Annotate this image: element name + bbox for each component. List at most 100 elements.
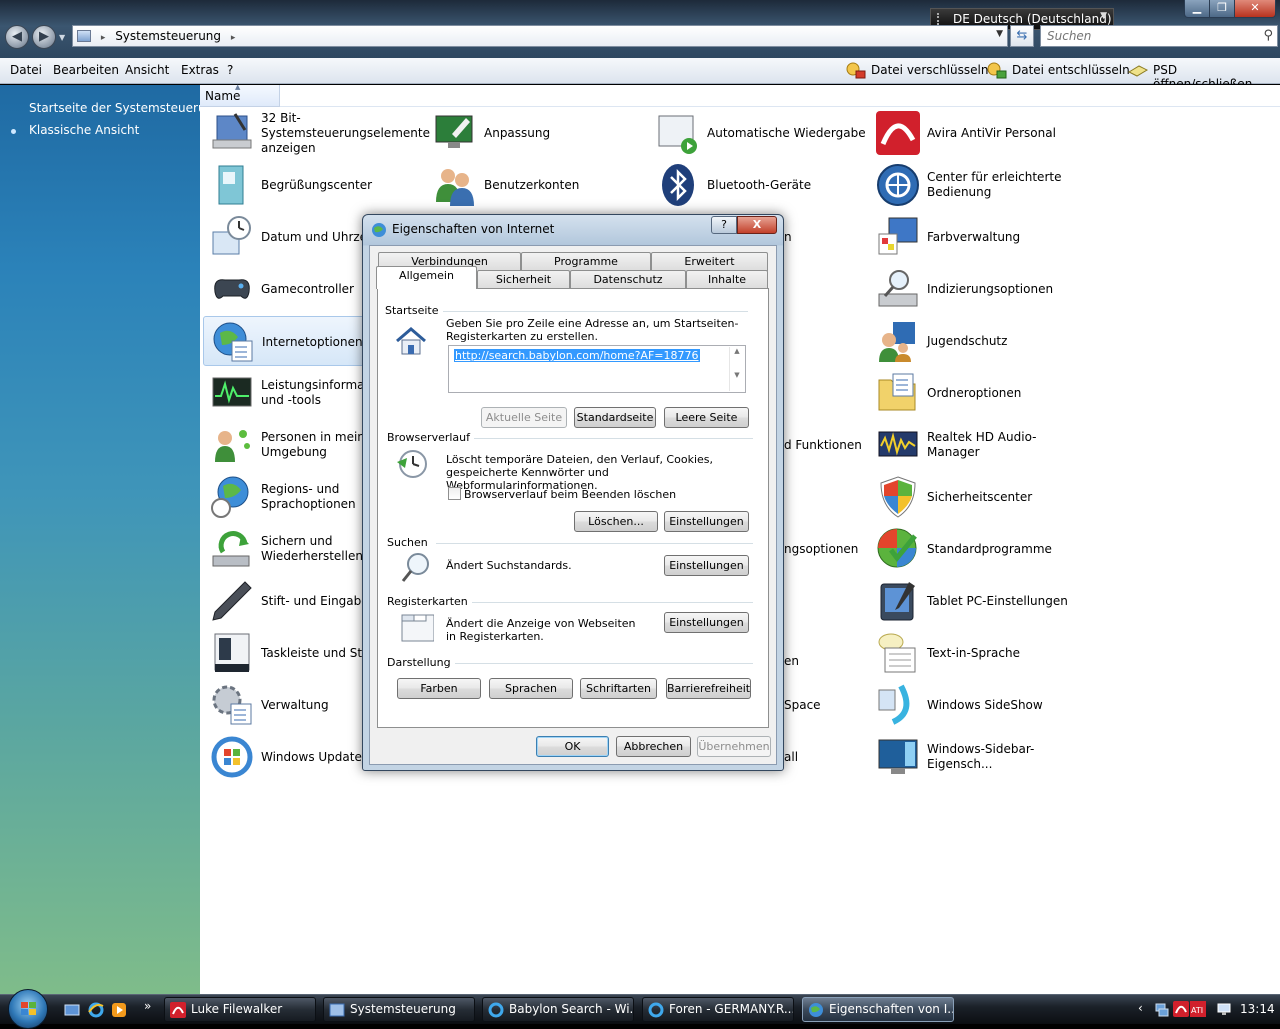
colors-button[interactable]: Farben [397,678,481,699]
task-systemsteuerung[interactable]: Systemsteuerung [323,997,475,1022]
task-babylon-search[interactable]: Babylon Search - Wi... [482,997,634,1022]
cp-item-ease-of-access[interactable]: Center für erleichterte Bedienung [869,160,1089,210]
autoplay-icon [658,115,697,154]
minimize-button[interactable]: ▁ [1184,0,1210,18]
homepage-url[interactable]: http://search.babylon.com/home?AF=18776 [454,349,700,362]
start-button[interactable] [8,989,48,1029]
cp-item-autoplay[interactable]: Automatische Wiedergabe [649,108,869,158]
quicklaunch-more-icon[interactable]: » [144,999,151,1013]
network-icon[interactable] [1154,1001,1170,1017]
parental-controls-icon [879,322,915,362]
back-button[interactable]: ◀ [5,25,29,49]
chevron-down-icon[interactable]: ▼ [1100,11,1107,21]
menu-help[interactable]: ? [227,63,233,77]
breadcrumb-separator-icon[interactable]: ▸ [101,33,106,43]
cp-item-color-management[interactable]: Farbverwaltung [869,212,1089,262]
search-settings-button[interactable]: Einstellungen [664,555,749,576]
cp-item-indexing[interactable]: Indizierungsoptionen [869,264,1089,314]
cp-item-sidebar-properties[interactable]: Windows-Sidebar-Eigensch... [869,732,1089,782]
close-button[interactable]: ✕ [1234,0,1276,18]
media-player-icon[interactable] [111,1002,127,1018]
task-foren-germany[interactable]: Foren - GERMANY.R... [642,997,794,1022]
maximize-button[interactable]: ❐ [1209,0,1235,18]
current-page-button[interactable]: Aktuelle Seite [481,407,567,428]
forward-button[interactable]: ▶ [32,25,56,49]
search-input[interactable] [1045,27,1245,45]
avira-tray-icon[interactable] [1173,1001,1189,1017]
task-label: Luke Filewalker [191,1002,283,1016]
dialog-body: Verbindungen Programme Erweitert Allgeme… [369,245,777,765]
sidebar-link-classic-view[interactable]: Klassische Ansicht [29,123,139,137]
cancel-button[interactable]: Abbrechen [616,736,691,757]
menu-extras[interactable]: Extras [181,63,219,77]
languages-button[interactable]: Sprachen [489,678,573,699]
cp-item-realtek-audio[interactable]: Realtek HD Audio-Manager [869,420,1089,470]
cp-item-label: Text-in-Sprache [927,645,1020,660]
cp-item-tablet-pc[interactable]: Tablet PC-Einstellungen [869,576,1089,626]
cp-item-label: Begrüßungscenter [261,177,373,192]
search-icon[interactable]: ⚲ [1263,28,1273,43]
fonts-button[interactable]: Schriftarten [580,678,657,699]
task-internet-properties[interactable]: Eigenschaften von I... [802,997,954,1022]
tab-datenschutz[interactable]: Datenschutz [570,270,686,289]
help-button[interactable]: ? [711,216,737,234]
display-icon[interactable] [1216,1001,1232,1017]
encrypt-file-button[interactable]: Datei verschlüsseln [845,62,988,79]
shield-icon [880,476,916,518]
textarea-scrollbar[interactable]: ▲ ▼ [729,347,744,391]
people-near-me-icon [215,430,250,462]
clock[interactable]: 13:14 [1240,1002,1275,1016]
cp-item-avira[interactable]: Avira AntiVir Personal [869,108,1089,158]
history-settings-button[interactable]: Einstellungen [664,511,749,532]
taskbar-startmenu-icon [214,633,250,672]
history-dropdown-icon[interactable]: ▼ [59,33,65,42]
tab-sicherheit[interactable]: Sicherheit [477,270,570,289]
accessibility-button[interactable]: Barrierefreiheit [666,678,751,699]
refresh-button[interactable]: ⇆ [1010,25,1034,47]
show-desktop-icon[interactable] [64,1002,80,1018]
delete-history-on-exit-checkbox[interactable] [448,487,461,500]
decrypt-file-button[interactable]: Datei entschlüsseln [986,62,1130,79]
cp-item-parental-controls[interactable]: Jugendschutz [869,316,1089,366]
menu-datei[interactable]: Datei [10,63,42,77]
breadcrumb-systemsteuerung[interactable]: Systemsteuerung [115,29,221,43]
cp-item-bluetooth[interactable]: Bluetooth-Geräte [649,160,869,210]
internet-explorer-icon[interactable] [88,1002,104,1018]
cp-item-personalization[interactable]: Anpassung [426,108,646,158]
blank-page-button[interactable]: Leere Seite [664,407,749,428]
task-luke-filewalker[interactable]: Luke Filewalker [164,997,316,1022]
breadcrumb-separator-icon[interactable]: ▸ [231,33,236,43]
default-page-button[interactable]: Standardseite [574,407,656,428]
cp-item-folder-options[interactable]: Ordneroptionen [869,368,1089,418]
cp-item-user-accounts[interactable]: Benutzerkonten [426,160,646,210]
menu-ansicht[interactable]: Ansicht [125,63,169,77]
tabs-icon [401,614,434,642]
address-bar[interactable]: ▸ Systemsteuerung ▸ ▼ [72,25,1008,47]
tabs-settings-button[interactable]: Einstellungen [664,612,749,633]
cp-item-32bit[interactable]: 32 Bit-Systemsteuerungselemente anzeigen [203,108,430,158]
ok-button[interactable]: OK [536,736,609,757]
homepage-textarea[interactable]: http://search.babylon.com/home?AF=18776 … [448,345,746,393]
chevron-down-icon[interactable]: ▼ [996,29,1003,39]
cp-item-sideshow[interactable]: Windows SideShow [869,680,1089,730]
globe-icon [372,223,386,237]
cp-item-text-to-speech[interactable]: Text-in-Sprache [869,628,1089,678]
cp-item-welcome-center[interactable]: Begrüßungscenter [203,160,423,210]
tab-erweitert[interactable]: Erweitert [651,252,768,271]
tray-expand-icon[interactable]: ‹ [1138,1001,1143,1015]
tab-allgemein[interactable]: Allgemein [376,266,477,289]
delete-history-button[interactable]: Löschen... [574,511,658,532]
tab-inhalte[interactable]: Inhalte [686,270,768,289]
search-box[interactable]: ⚲ [1040,25,1278,47]
menu-bearbeiten[interactable]: Bearbeiten [53,63,119,77]
apply-button[interactable]: Übernehmen [697,736,771,757]
ati-icon[interactable]: ATI [1190,1001,1206,1017]
delete-history-on-exit-label[interactable]: Browserverlauf beim Beenden löschen [464,488,676,501]
dialog-close-button[interactable]: X [737,216,777,234]
cp-item-default-programs[interactable]: Standardprogramme [869,524,1089,574]
bluetooth-icon [662,164,694,206]
sidebar-link-home[interactable]: Startseite der Systemsteuerung [29,101,221,115]
column-header-name[interactable]: ▲ Name [200,83,280,107]
tab-programme[interactable]: Programme [521,252,651,271]
cp-item-security-center[interactable]: Sicherheitscenter [869,472,1089,522]
